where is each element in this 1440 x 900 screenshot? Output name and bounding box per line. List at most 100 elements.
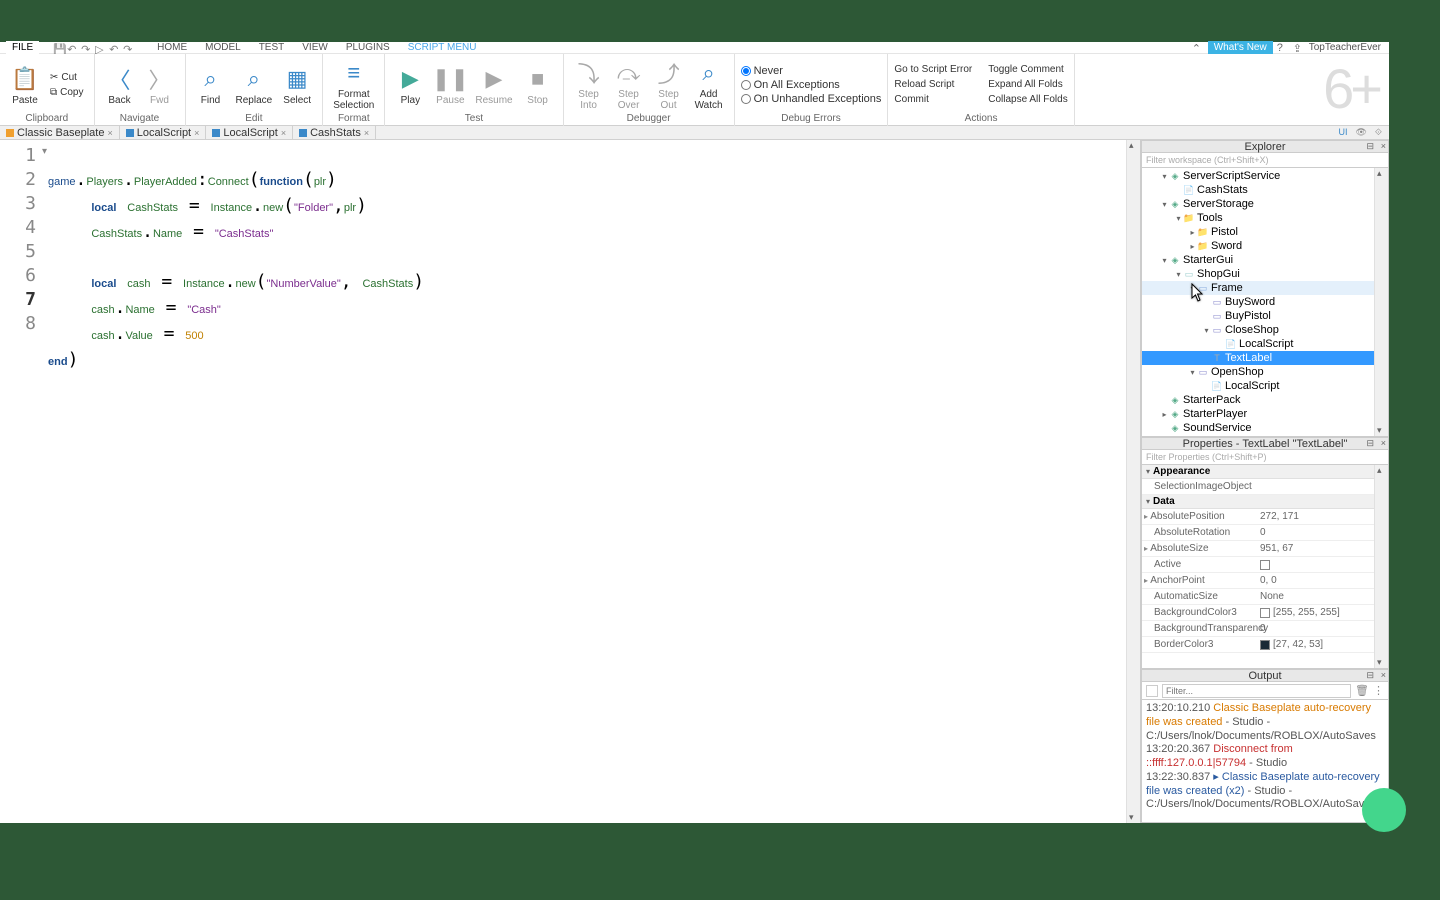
script-tab[interactable]: Classic Baseplate× — [0, 126, 120, 140]
tab-plugins[interactable]: PLUGINS — [338, 41, 398, 54]
tab-home[interactable]: HOME — [149, 41, 195, 54]
tab-view[interactable]: VIEW — [294, 41, 336, 54]
add-watch-button[interactable]: ⌕Add Watch — [690, 56, 728, 113]
tree-node[interactable]: ◈SoundService — [1142, 421, 1388, 435]
step-into-button[interactable]: ⤵Step Into — [570, 56, 608, 113]
never-radio[interactable]: Never — [741, 65, 882, 77]
tree-node[interactable]: ▾▭OpenShop — [1142, 365, 1388, 379]
property-row[interactable]: SelectionImageObject — [1142, 479, 1388, 495]
collapse-ribbon-icon[interactable]: ⌃ — [1192, 42, 1204, 54]
undo2-icon[interactable]: ↶ — [109, 43, 119, 53]
code-editor[interactable]: 12345678 game.Players.PlayerAdded:Connec… — [0, 140, 1140, 823]
whats-new-button[interactable]: What's New — [1208, 41, 1273, 54]
clear-icon[interactable]: 🗑 — [1355, 684, 1369, 697]
toggle-comment-link[interactable]: Toggle Comment — [988, 62, 1067, 77]
help-fab[interactable] — [1362, 788, 1406, 832]
unhandled-exceptions-radio[interactable]: On Unhandled Exceptions — [741, 93, 882, 105]
tree-node[interactable]: TTextLabel — [1142, 351, 1388, 365]
code-area[interactable]: game.Players.PlayerAdded:Connect(functio… — [48, 140, 1126, 823]
collapse-folds-link[interactable]: Collapse All Folds — [988, 92, 1067, 107]
tree-node[interactable]: ▾📁Tools — [1142, 211, 1388, 225]
back-button[interactable]: 〈Back — [101, 62, 139, 108]
tab-test[interactable]: TEST — [251, 41, 293, 54]
script-tab[interactable]: LocalScript× — [120, 126, 207, 140]
output-body[interactable]: 13:20:10.210 Classic Baseplate auto-reco… — [1141, 700, 1389, 823]
filter-icon[interactable] — [1146, 685, 1158, 697]
close-icon[interactable]: × — [107, 128, 112, 138]
property-row[interactable]: AbsolutePosition272, 171 — [1142, 509, 1388, 525]
close-icon[interactable]: × — [194, 128, 199, 138]
pin-icon[interactable]: ⊟ — [1366, 670, 1374, 681]
close-icon[interactable]: × — [1381, 670, 1386, 680]
redo-icon[interactable]: ↷ — [81, 43, 91, 53]
help-icon[interactable]: ? — [1277, 42, 1289, 54]
tree-node[interactable]: 📄CashStats — [1142, 183, 1388, 197]
property-group[interactable]: ▾Appearance — [1142, 465, 1388, 479]
tree-node[interactable]: ◈StarterPack — [1142, 393, 1388, 407]
close-icon[interactable]: × — [281, 128, 286, 138]
pause-button[interactable]: ❚❚Pause — [431, 62, 469, 108]
tree-node[interactable]: ▸◈StarterPlayer — [1142, 407, 1388, 421]
properties-filter[interactable]: Filter Properties (Ctrl+Shift+P) — [1141, 450, 1389, 465]
step-over-button[interactable]: ⤼Step Over — [610, 56, 648, 113]
pin-icon[interactable]: ⊟ — [1366, 141, 1374, 152]
property-row[interactable]: AbsoluteSize951, 67 — [1142, 541, 1388, 557]
properties-scrollbar[interactable] — [1374, 465, 1388, 668]
close-icon[interactable]: × — [1381, 141, 1386, 151]
username-label[interactable]: TopTeacherEver — [1309, 42, 1385, 53]
goto-script-error-link[interactable]: Go to Script Error — [894, 62, 972, 77]
cut-button[interactable]: ✂Cut — [46, 70, 88, 85]
property-row[interactable]: BorderColor3[27, 42, 53] — [1142, 637, 1388, 653]
redo2-icon[interactable]: ↷ — [123, 43, 133, 53]
select-button[interactable]: ▦Select — [278, 62, 316, 108]
commit-link[interactable]: Commit — [894, 92, 972, 107]
reload-script-link[interactable]: Reload Script — [894, 77, 972, 92]
play-button[interactable]: ▶Play — [391, 62, 429, 108]
close-icon[interactable]: × — [364, 128, 369, 138]
all-exceptions-radio[interactable]: On All Exceptions — [741, 79, 882, 91]
share-icon[interactable]: ⇪ — [1293, 42, 1305, 54]
tree-node[interactable]: 📄LocalScript — [1142, 379, 1388, 393]
copy-button[interactable]: ⧉Copy — [46, 85, 88, 100]
script-tab[interactable]: CashStats× — [293, 126, 376, 140]
file-menu[interactable]: FILE — [6, 41, 39, 54]
property-row[interactable]: AutomaticSizeNone — [1142, 589, 1388, 605]
visibility-icon[interactable]: 👁 — [1352, 127, 1369, 138]
tab-model[interactable]: MODEL — [197, 41, 249, 54]
close-icon[interactable]: × — [1381, 438, 1386, 448]
property-row[interactable]: AnchorPoint0, 0 — [1142, 573, 1388, 589]
play-icon[interactable]: ▷ — [95, 43, 105, 53]
replace-button[interactable]: ⌕Replace — [232, 62, 277, 108]
property-row[interactable]: Active — [1142, 557, 1388, 573]
explorer-scrollbar[interactable] — [1374, 168, 1388, 436]
script-tab[interactable]: LocalScript× — [206, 126, 293, 140]
undo-icon[interactable]: ↶ — [67, 43, 77, 53]
property-row[interactable]: BackgroundColor3[255, 255, 255] — [1142, 605, 1388, 621]
property-row[interactable]: BackgroundTransparency0 — [1142, 621, 1388, 637]
fwd-button[interactable]: 〉Fwd — [141, 62, 179, 108]
step-out-button[interactable]: ⤴Step Out — [650, 56, 688, 113]
paste-button[interactable]: 📋Paste — [6, 62, 44, 108]
property-row[interactable]: AbsoluteRotation0 — [1142, 525, 1388, 541]
tree-node[interactable]: ▾▭ShopGui — [1142, 267, 1388, 281]
explorer-filter[interactable]: Filter workspace (Ctrl+Shift+X) — [1141, 153, 1389, 168]
save-icon[interactable]: 💾 — [53, 43, 63, 53]
explorer-tree[interactable]: ▾◈ServerScriptService📄CashStats▾◈ServerS… — [1141, 168, 1389, 437]
tree-node[interactable]: ▭BuySword — [1142, 295, 1388, 309]
properties-list[interactable]: ▾AppearanceSelectionImageObject▾DataAbso… — [1141, 465, 1389, 669]
resume-button[interactable]: ▶Resume — [471, 62, 516, 108]
tree-node[interactable]: ▾◈ServerScriptService — [1142, 169, 1388, 183]
tree-node[interactable]: ▭BuyPistol — [1142, 309, 1388, 323]
tab-scriptmenu[interactable]: SCRIPT MENU — [400, 41, 485, 54]
pin-icon[interactable]: ⊟ — [1366, 438, 1374, 449]
find-button[interactable]: ⌕Find — [192, 62, 230, 108]
tree-node[interactable]: ▾◈StarterGui — [1142, 253, 1388, 267]
property-group[interactable]: ▾Data — [1142, 495, 1388, 509]
tree-node[interactable]: ▾▭Frame — [1142, 281, 1388, 295]
editor-scrollbar[interactable] — [1126, 140, 1140, 823]
tree-node[interactable]: ▸📁Sword — [1142, 239, 1388, 253]
device-icon[interactable]: ⟐ — [1372, 127, 1385, 138]
tree-node[interactable]: 📄LocalScript — [1142, 337, 1388, 351]
stop-button[interactable]: ■Stop — [519, 62, 557, 108]
tree-node[interactable]: ▾▭CloseShop — [1142, 323, 1388, 337]
